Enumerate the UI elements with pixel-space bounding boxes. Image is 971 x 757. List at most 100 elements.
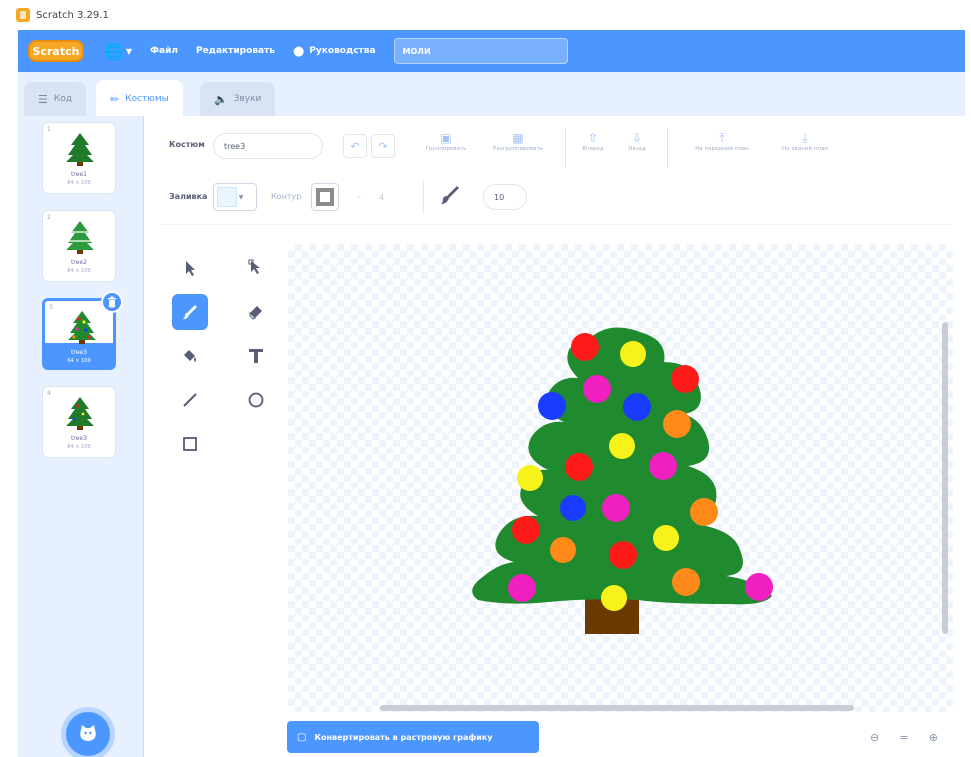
forward-label: Вперед xyxy=(582,146,604,152)
tab-sounds[interactable]: 🔈 Звуки xyxy=(200,82,276,116)
outline-width-input[interactable]: 4 xyxy=(369,184,409,210)
undo-icon: ↶ xyxy=(350,139,360,153)
tab-costumes-label: Костюмы xyxy=(125,94,169,104)
trash-icon xyxy=(108,296,116,308)
brush-size-icon xyxy=(441,186,459,204)
tree-thumbnail xyxy=(66,221,94,254)
speaker-icon: 🔈 xyxy=(214,92,228,106)
globe-icon: 🌐 xyxy=(104,41,124,61)
tool-line[interactable] xyxy=(172,382,208,418)
delete-costume-button[interactable] xyxy=(101,291,123,313)
costume-size: 64 × 100 xyxy=(67,180,91,186)
costume-name-input[interactable]: tree3 xyxy=(213,133,323,159)
canvas-horizontal-scrollbar[interactable] xyxy=(380,705,854,711)
tool-fill[interactable] xyxy=(172,338,208,374)
menu-tutorials[interactable]: ● Руководства xyxy=(293,44,376,59)
tab-costumes[interactable]: ✏ Костюмы xyxy=(96,80,183,118)
menu-edit[interactable]: Редактировать xyxy=(196,46,275,56)
ungroup-icon: ▦ xyxy=(512,131,524,145)
zoom-in-button[interactable]: ⊕ xyxy=(920,731,946,744)
language-menu[interactable]: 🌐 ▼ xyxy=(104,42,132,61)
tab-code-label: Код xyxy=(53,94,72,104)
group-button[interactable]: ▣ Группировать xyxy=(415,130,477,152)
costume-number: 4 xyxy=(47,390,51,397)
costume-tile-4[interactable]: 4 tree3 64 × 100 xyxy=(42,386,116,458)
outline-color-picker[interactable] xyxy=(311,183,339,211)
rectangle-icon xyxy=(183,437,197,451)
zoom-reset-button[interactable]: = xyxy=(891,731,917,744)
lightbulb-icon: ● xyxy=(292,43,305,59)
group-label: Группировать xyxy=(425,146,467,152)
scratch-logo[interactable]: Scratch xyxy=(28,40,84,62)
scratch-app: Scratch 3.29.1 Scratch 🌐 ▼ Файл Редактир… xyxy=(0,0,971,757)
brush-icon xyxy=(183,305,197,320)
tool-rectangle[interactable] xyxy=(172,426,208,462)
brush-size-input[interactable]: 10 xyxy=(483,184,527,210)
convert-button-label: Конвертировать в растровую графику xyxy=(314,732,493,742)
costume-number: 1 xyxy=(47,126,51,133)
text-icon xyxy=(249,349,263,363)
back-label: На задний план xyxy=(782,146,828,152)
tool-eraser[interactable] xyxy=(238,294,274,330)
menu-tutorials-label: Руководства xyxy=(309,46,376,56)
costume-tile-2[interactable]: 2 tree2 64 × 100 xyxy=(42,210,116,282)
paint-editor: Костюм tree3 ↶ ↷ ▣ Группировать ▦ Разгру… xyxy=(145,116,965,757)
line-icon xyxy=(183,393,197,407)
tab-code[interactable]: ☰ Код xyxy=(24,82,86,116)
forward-button[interactable]: ⇧ Вперед xyxy=(573,130,613,152)
costume-number: 3 xyxy=(49,304,53,311)
add-costume-button[interactable] xyxy=(66,712,110,756)
project-title-input[interactable]: МОЛИ xyxy=(393,38,568,64)
fill-color-picker[interactable]: ▼ xyxy=(213,183,257,211)
costume-name-label: Костюм xyxy=(169,140,205,149)
canvas-vertical-scrollbar[interactable] xyxy=(942,322,948,634)
costume-size: 64 × 100 xyxy=(67,358,91,364)
backward-label: Назад xyxy=(628,146,646,152)
tab-sounds-label: Звуки xyxy=(233,94,262,104)
chevron-down-icon: ▼ xyxy=(125,46,133,56)
front-label: На передний план xyxy=(695,146,749,152)
zoom-out-button[interactable]: ⊖ xyxy=(862,731,888,744)
fill-swatch xyxy=(217,187,237,207)
costume-list: 1 tree1 64 × 100 2 tree2 64 × 100 3 tree… xyxy=(18,116,144,757)
drawing-canvas[interactable] xyxy=(288,244,953,712)
fill-label: Заливка xyxy=(169,192,208,201)
outline-swatch xyxy=(316,188,334,206)
group-icon: ▣ xyxy=(440,131,452,145)
tool-brush[interactable] xyxy=(172,294,208,330)
paint-bucket-icon xyxy=(184,350,196,362)
eraser-icon xyxy=(249,306,262,320)
outline-width-decrease[interactable]: – xyxy=(357,192,361,201)
undo-button[interactable]: ↶ xyxy=(343,134,367,158)
image-icon: ▢ xyxy=(297,731,307,743)
tool-select[interactable] xyxy=(172,250,208,286)
arrow-up-icon: ⇧ xyxy=(587,131,599,145)
bring-to-front-icon: ⤒ xyxy=(719,131,725,145)
arrow-down-icon: ⇩ xyxy=(631,131,643,145)
brush-icon: ✏ xyxy=(110,92,120,106)
costume-tile-1[interactable]: 1 tree1 64 × 100 xyxy=(42,122,116,194)
redo-button[interactable]: ↷ xyxy=(371,134,395,158)
costume-name: tree2 xyxy=(71,259,87,266)
menu-bar: Scratch 🌐 ▼ Файл Редактировать ● Руковод… xyxy=(18,30,965,72)
menu-file[interactable]: Файл xyxy=(150,46,178,56)
circle-icon xyxy=(248,392,264,408)
costume-number: 2 xyxy=(47,214,51,221)
costume-name: tree3 xyxy=(71,349,87,356)
convert-to-bitmap-button[interactable]: ▢ Конвертировать в растровую графику xyxy=(287,721,539,753)
costume-tile-3[interactable]: 3 tree3 64 × 100 xyxy=(42,291,123,370)
backward-button[interactable]: ⇩ Назад xyxy=(619,130,655,152)
tool-circle[interactable] xyxy=(238,382,274,418)
editor-tabs: ☰ Код ✏ Костюмы 🔈 Звуки xyxy=(18,72,965,118)
send-to-back-icon: ⤓ xyxy=(802,131,808,145)
front-button[interactable]: ⤒ На передний план xyxy=(677,130,767,152)
cat-icon xyxy=(80,725,96,741)
tree-thumbnail xyxy=(68,311,96,344)
back-button[interactable]: ⤓ На задний план xyxy=(767,130,843,152)
select-arrow-icon xyxy=(186,261,195,276)
tool-reshape[interactable] xyxy=(238,250,274,286)
outline-label: Контур xyxy=(271,192,302,201)
ungroup-button[interactable]: ▦ Разгруппировать xyxy=(481,130,555,152)
christmas-tree-drawing xyxy=(472,327,773,634)
tool-text[interactable] xyxy=(238,338,274,374)
